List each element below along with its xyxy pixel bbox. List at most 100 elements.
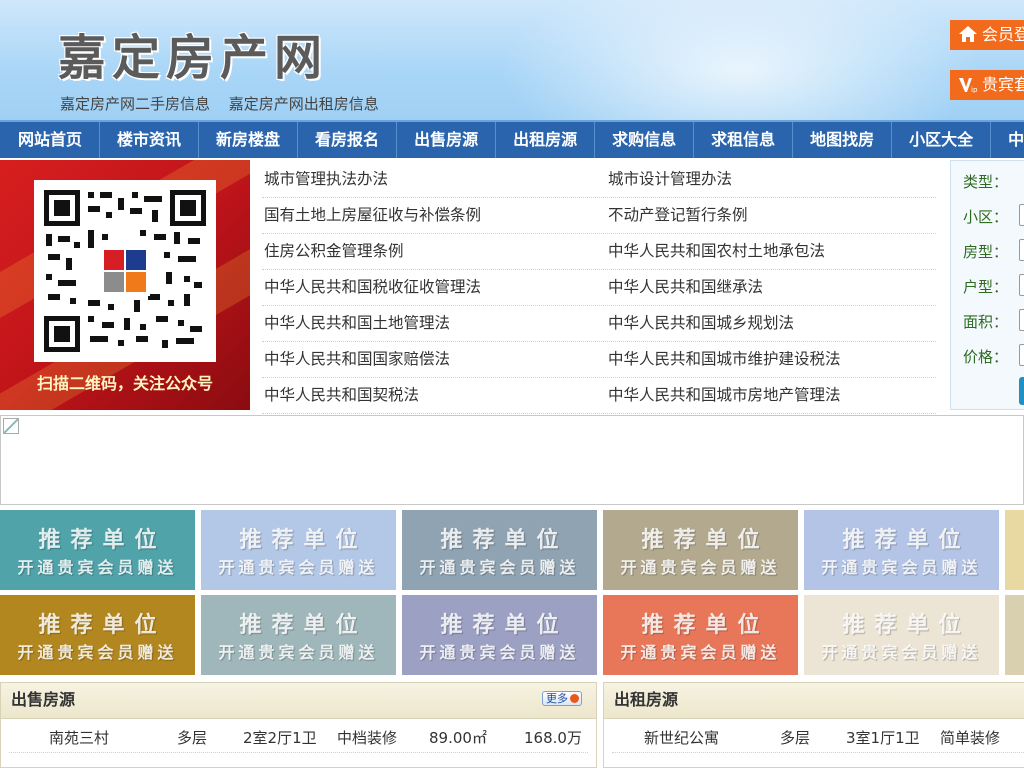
- member-login-label: 会员登: [982, 25, 1024, 44]
- price-select[interactable]: [1019, 344, 1024, 366]
- law-link[interactable]: 中华人民共和国税收征收管理法: [262, 270, 606, 305]
- law-link[interactable]: 国有土地上房屋征收与补偿条例: [262, 198, 606, 233]
- listing-row[interactable]: 南苑三村 多层 2室2厅1卫 中档装修 89.00㎡ 168.0万: [9, 719, 588, 753]
- more-button[interactable]: 更多: [542, 691, 582, 706]
- nav-map-search[interactable]: 地图找房: [793, 122, 893, 158]
- nav-home[interactable]: 网站首页: [0, 122, 101, 158]
- law-link[interactable]: 中华人民共和国契税法: [262, 378, 606, 413]
- recommend-tile[interactable]: 推荐单位开通贵宾会员赠送: [402, 510, 597, 590]
- tile-subtitle: 开通贵宾会员赠送: [17, 643, 178, 662]
- community-label: 小区：: [963, 208, 1009, 226]
- law-row: 国有土地上房屋征收与补偿条例 不动产登记暂行条例: [262, 198, 936, 234]
- tile-subtitle: 开通贵宾会员赠送: [620, 558, 781, 577]
- listing-community[interactable]: 新世纪公寓: [644, 727, 719, 748]
- header-sublinks: 嘉定房产网二手房信息 嘉定房产网出租房信息: [60, 93, 393, 114]
- tile-subtitle: 开通贵宾会员赠送: [620, 643, 781, 662]
- broken-image-icon: [3, 418, 19, 434]
- tile-title: 推荐单位: [641, 613, 770, 638]
- vip-button[interactable]: ip 贵宾套: [950, 70, 1024, 100]
- tile-title: 推荐单位: [38, 528, 167, 553]
- recommend-tile[interactable]: 推荐单位开通贵宾会员赠送: [603, 510, 798, 590]
- svg-text:ip: ip: [971, 86, 978, 93]
- listing-decoration: 中档装修: [337, 729, 398, 747]
- law-link[interactable]: 中华人民共和国城市房地产管理法: [606, 378, 936, 413]
- recommend-tile[interactable]: 推荐单位 开通贵宾会员赠送: [0, 510, 195, 590]
- listing-layout: 3室1厅1卫: [846, 729, 920, 747]
- law-link[interactable]: 城市管理执法办法: [262, 162, 606, 197]
- law-link[interactable]: 中华人民共和国土地管理法: [262, 306, 606, 341]
- rental-link[interactable]: 嘉定房产网出租房信息: [229, 95, 379, 113]
- law-links-list: 城市管理执法办法 城市设计管理办法 国有土地上房屋征收与补偿条例 不动产登记暂行条例…: [262, 162, 936, 414]
- law-row: 中华人民共和国税收征收管理法 中华人民共和国继承法: [262, 270, 936, 306]
- listing-community[interactable]: 南苑三村: [49, 727, 109, 748]
- listing-building-type: 多层: [177, 729, 208, 747]
- tile-subtitle: 开通贵宾会员赠送: [419, 643, 580, 662]
- tile-title: 推荐单位: [440, 613, 569, 638]
- recommend-tile[interactable]: 推荐单位开通贵宾会员赠送: [201, 510, 396, 590]
- nav-want-rent[interactable]: 求租信息: [694, 122, 794, 158]
- law-row: 城市管理执法办法 城市设计管理办法: [262, 162, 936, 198]
- community-input[interactable]: [1019, 204, 1024, 226]
- tile-subtitle: 开通贵宾会员赠送: [218, 643, 379, 662]
- law-link[interactable]: 中华人民共和国城乡规划法: [606, 306, 936, 341]
- law-link[interactable]: 不动产登记暂行条例: [606, 198, 936, 233]
- search-button[interactable]: [1019, 377, 1024, 405]
- recommend-tile[interactable]: 推荐单位开通贵宾会员赠送: [402, 595, 597, 675]
- law-row: 中华人民共和国国家赔偿法 中华人民共和国城市维护建设税法: [262, 342, 936, 378]
- tile-title: 推荐单位: [38, 613, 167, 638]
- qr-banner[interactable]: 扫描二维码，关注公众号: [0, 160, 250, 410]
- arrow-icon: [570, 694, 579, 703]
- layout-select[interactable]: [1019, 274, 1024, 296]
- home-icon: [959, 26, 977, 42]
- tile-title: 推荐单位: [239, 528, 368, 553]
- law-row: 中华人民共和国土地管理法 中华人民共和国城乡规划法: [262, 306, 936, 342]
- nav-for-sale[interactable]: 出售房源: [397, 122, 497, 158]
- rent-listings-panel: 出租房源 新世纪公寓 多层 3室1厅1卫 简单装修: [603, 682, 1024, 768]
- layout-label: 户型：: [963, 278, 1009, 296]
- sale-listings-panel: 出售房源 更多 南苑三村 多层 2室2厅1卫 中档装修 89.00㎡ 168.0…: [0, 682, 597, 768]
- nav-more[interactable]: 中: [991, 122, 1024, 158]
- recommend-tile[interactable]: 推荐单位开通贵宾会员赠送: [603, 595, 798, 675]
- law-link[interactable]: 住房公积金管理条例: [262, 234, 606, 269]
- nav-new-homes[interactable]: 新房楼盘: [199, 122, 299, 158]
- recommend-tile[interactable]: [1005, 510, 1024, 590]
- listing-layout: 2室2厅1卫: [243, 729, 317, 747]
- type-label: 类型：: [963, 173, 1009, 191]
- member-login-button[interactable]: 会员登: [950, 20, 1024, 50]
- site-logo[interactable]: 嘉定房产网: [58, 18, 328, 88]
- nav-viewing-signup[interactable]: 看房报名: [298, 122, 398, 158]
- listing-row[interactable]: 新世纪公寓 多层 3室1厅1卫 简单装修: [612, 719, 1024, 753]
- sale-panel-title: 出售房源: [11, 690, 76, 709]
- law-link[interactable]: 中华人民共和国继承法: [606, 270, 936, 305]
- room-type-label: 房型：: [963, 243, 1009, 261]
- nav-want-buy[interactable]: 求购信息: [595, 122, 695, 158]
- tile-subtitle: 开通贵宾会员赠送: [419, 558, 580, 577]
- nav-for-rent[interactable]: 出租房源: [496, 122, 596, 158]
- area-select[interactable]: [1019, 309, 1024, 331]
- ad-banner[interactable]: [0, 415, 1024, 505]
- nav-communities[interactable]: 小区大全: [892, 122, 992, 158]
- recommend-tile[interactable]: 推荐单位 开通贵宾会员赠送: [804, 595, 999, 675]
- tile-subtitle: 开通贵宾会员赠送: [821, 643, 982, 662]
- site-header: 嘉定房产网 嘉定房产网二手房信息 嘉定房产网出租房信息 会员登 ip 贵宾套: [0, 0, 1024, 120]
- nav-news[interactable]: 楼市资讯: [100, 122, 200, 158]
- tile-title: 推荐单位: [440, 528, 569, 553]
- law-link[interactable]: 中华人民共和国城市维护建设税法: [606, 342, 936, 377]
- tile-title: 推荐单位: [641, 528, 770, 553]
- tile-subtitle: 开通贵宾会员赠送: [218, 558, 379, 577]
- law-link[interactable]: 中华人民共和国农村土地承包法: [606, 234, 936, 269]
- qr-caption: 扫描二维码，关注公众号: [36, 374, 213, 393]
- qr-code-image: [44, 190, 206, 352]
- recommend-tile[interactable]: 推荐单位 开通贵宾会员赠送: [201, 595, 396, 675]
- room-type-select[interactable]: [1019, 239, 1024, 261]
- vip-icon: ip: [959, 78, 978, 93]
- recommend-tile[interactable]: 推荐单位 开通贵宾会员赠送: [804, 510, 999, 590]
- vip-label: 贵宾套: [982, 75, 1024, 94]
- law-link[interactable]: 中华人民共和国国家赔偿法: [262, 342, 606, 377]
- tile-subtitle: 开通贵宾会员赠送: [821, 558, 982, 577]
- law-link[interactable]: 城市设计管理办法: [606, 162, 936, 197]
- recommend-tile[interactable]: [1005, 595, 1024, 675]
- recommend-tile[interactable]: 推荐单位开通贵宾会员赠送: [0, 595, 195, 675]
- secondhand-link[interactable]: 嘉定房产网二手房信息: [60, 95, 210, 113]
- price-label: 价格：: [963, 348, 1009, 366]
